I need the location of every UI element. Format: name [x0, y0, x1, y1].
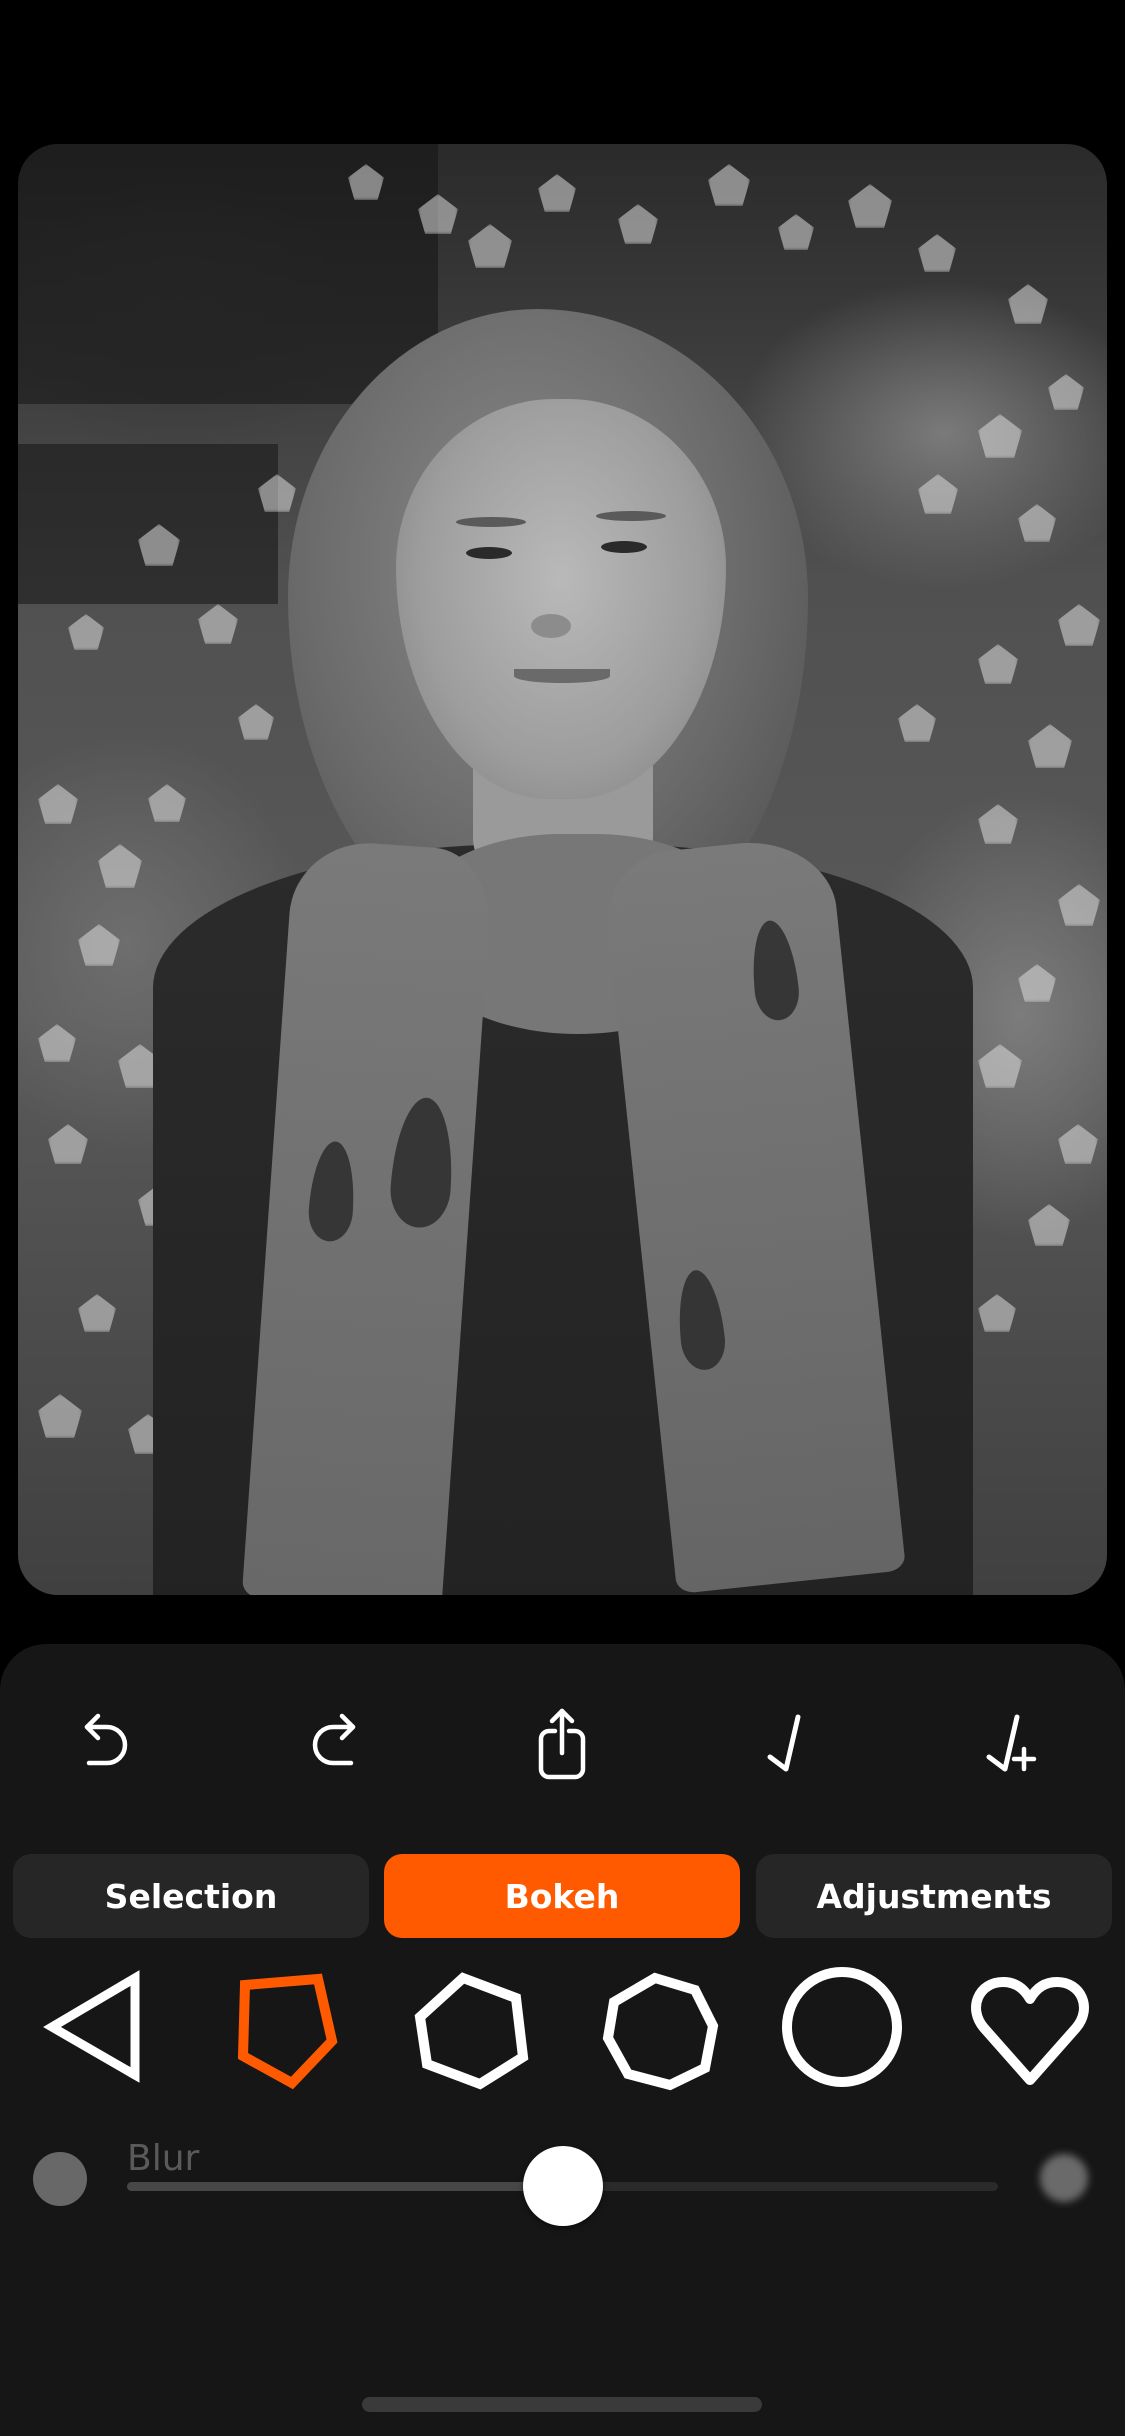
apply-button[interactable]	[733, 1690, 843, 1800]
blur-slider[interactable]	[127, 2146, 998, 2226]
subject-brow	[456, 517, 526, 527]
circle-icon	[782, 1967, 902, 2087]
heptagon-icon	[602, 1972, 719, 2091]
subject-nose	[531, 614, 571, 638]
checkmark-plus-icon	[986, 1714, 1037, 1772]
scarf-pattern	[387, 1095, 457, 1230]
shape-pentagon-button[interactable]	[220, 1960, 350, 2095]
bokeh-shape-picker	[0, 1960, 1125, 2095]
hexagon-icon	[414, 1972, 529, 2090]
scarf-pattern	[673, 1268, 728, 1373]
subject-eye	[601, 541, 647, 553]
tab-bokeh[interactable]: Bokeh	[384, 1854, 740, 1938]
redo-arrow-icon	[312, 1713, 356, 1766]
blur-slider-fill	[127, 2182, 563, 2191]
scarf-pattern	[747, 918, 802, 1023]
shape-circle-button[interactable]	[777, 1960, 907, 2095]
redo-button[interactable]	[278, 1690, 388, 1800]
share-icon	[538, 1708, 586, 1780]
triangle-icon	[43, 1970, 140, 2083]
mode-tabs: Selection Bokeh Adjustments	[0, 1854, 1125, 1938]
shape-triangle-button[interactable]	[30, 1960, 160, 2095]
undo-arrow-icon	[84, 1713, 128, 1766]
share-button[interactable]	[507, 1690, 617, 1800]
blur-slider-thumb[interactable]	[522, 2146, 603, 2226]
blur-slider-row: Blur	[0, 2130, 1125, 2240]
blur-label: Blur	[127, 2138, 200, 2179]
tab-adjustments[interactable]: Adjustments	[756, 1854, 1112, 1938]
subject-mouth	[514, 669, 610, 683]
shape-heart-button[interactable]	[965, 1960, 1095, 2095]
scarf-pattern	[306, 1140, 358, 1243]
subject-eye	[466, 547, 512, 559]
photo-canvas[interactable]	[18, 144, 1107, 1595]
pentagon-icon	[237, 1973, 338, 2090]
tab-selection[interactable]: Selection	[13, 1854, 369, 1938]
home-indicator[interactable]	[362, 2397, 762, 2412]
undo-button[interactable]	[52, 1690, 162, 1800]
heart-icon	[971, 1977, 1089, 2085]
sharp-dot-icon	[33, 2152, 87, 2206]
portrait-subject	[18, 144, 1107, 1595]
subject-brow	[596, 511, 666, 521]
shape-hexagon-button[interactable]	[405, 1960, 535, 2095]
shape-heptagon-button[interactable]	[590, 1960, 720, 2095]
checkmark-icon	[767, 1714, 801, 1772]
apply-add-button[interactable]	[958, 1690, 1068, 1800]
toolbar	[0, 1690, 1125, 1800]
blurred-dot-icon	[1040, 2154, 1088, 2202]
